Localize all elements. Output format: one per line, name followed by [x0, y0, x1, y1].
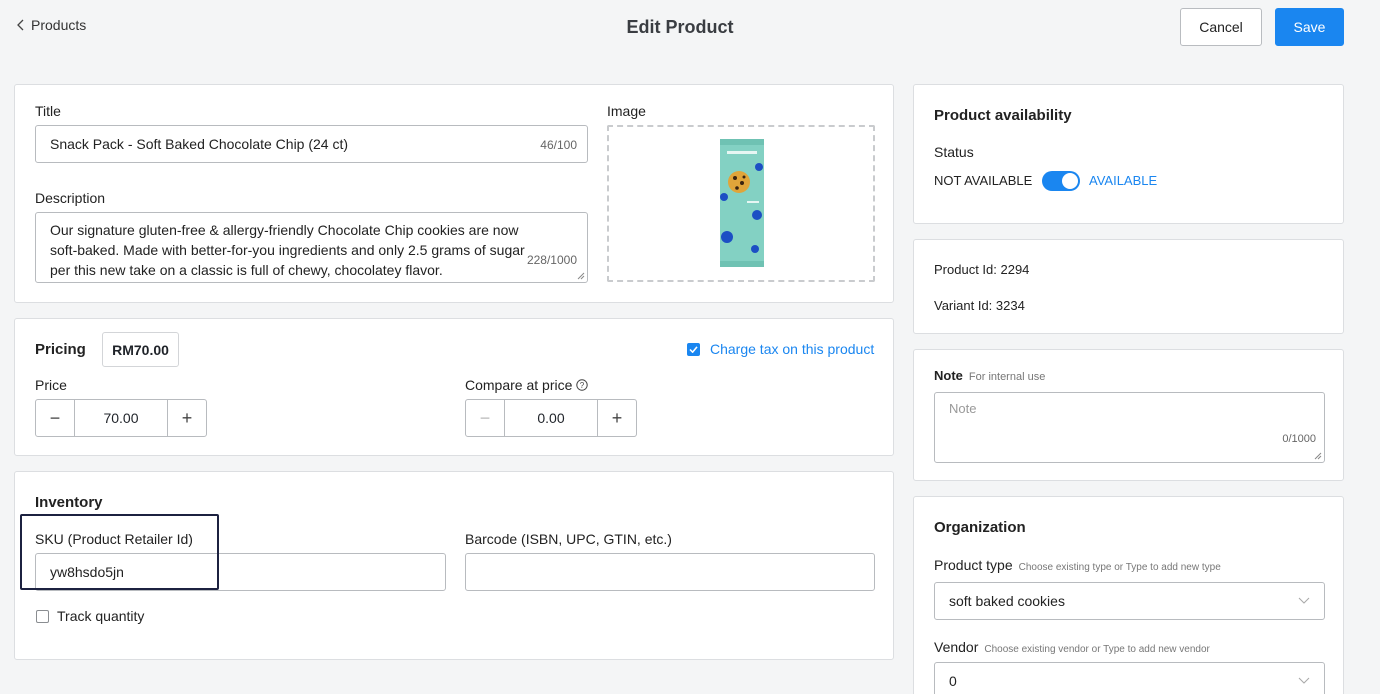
variant-id-text: Variant Id: 3234 — [934, 298, 1025, 313]
display-price-value: RM70.00 — [112, 341, 169, 358]
chevron-down-icon — [1298, 677, 1310, 684]
ids-card: Product Id: 2294 Variant Id: 3234 — [913, 239, 1344, 334]
vendor-select[interactable]: 0 — [934, 662, 1325, 694]
resize-handle-icon[interactable] — [577, 272, 585, 280]
sku-label: SKU (Product Retailer Id) — [35, 531, 193, 547]
sku-input[interactable]: yw8hsdo5jn — [35, 553, 446, 591]
description-value: Our signature gluten-free & allergy-frie… — [50, 222, 525, 278]
toggle-knob — [1062, 173, 1078, 189]
charge-tax-checkbox[interactable] — [687, 343, 700, 356]
chevron-down-icon — [1298, 597, 1310, 604]
product-type-select[interactable]: soft baked cookies — [934, 582, 1325, 620]
minus-icon: − — [49, 407, 61, 428]
organization-heading: Organization — [934, 519, 1026, 536]
display-price-badge: RM70.00 — [102, 332, 179, 367]
compare-increment-button[interactable]: + — [598, 400, 636, 436]
product-type-label: Product type — [934, 557, 1013, 573]
resize-handle-icon[interactable] — [1314, 452, 1322, 460]
page-title: Edit Product — [626, 17, 734, 37]
help-circle-icon[interactable]: ? — [576, 379, 589, 391]
availability-heading: Product availability — [934, 107, 1072, 124]
note-placeholder: Note — [949, 401, 977, 416]
product-type-value: soft baked cookies — [949, 593, 1065, 609]
inventory-card: Inventory SKU (Product Retailer Id) yw8h… — [14, 471, 894, 660]
compare-at-price-input[interactable]: 0.00 — [504, 400, 598, 436]
description-textarea[interactable]: Our signature gluten-free & allergy-frie… — [35, 212, 588, 283]
price-label: Price — [35, 377, 67, 393]
charge-tax-label[interactable]: Charge tax on this product — [710, 341, 874, 357]
price-stepper: − 70.00 + — [35, 399, 207, 437]
note-textarea[interactable]: Note 0/1000 — [934, 392, 1325, 463]
vendor-hint: Choose existing vendor or Type to add ne… — [984, 644, 1210, 655]
product-image — [720, 139, 764, 267]
not-available-label: NOT AVAILABLE — [934, 173, 1033, 188]
compare-at-price-stepper: − 0.00 + — [465, 399, 637, 437]
compare-at-price-label: Compare at price ? — [465, 377, 589, 393]
plus-icon: + — [611, 407, 623, 428]
compare-at-price-text: Compare at price — [465, 377, 573, 393]
pricing-card: Pricing RM70.00 Charge tax on this produ… — [14, 318, 894, 456]
barcode-label: Barcode (ISBN, UPC, GTIN, etc.) — [465, 531, 672, 547]
sku-value: yw8hsdo5jn — [50, 564, 124, 580]
track-quantity-label[interactable]: Track quantity — [57, 608, 144, 624]
cancel-button[interactable]: Cancel — [1180, 8, 1262, 46]
plus-icon: + — [181, 407, 193, 428]
available-label: AVAILABLE — [1089, 173, 1158, 188]
product-type-label-row: Product type Choose existing type or Typ… — [934, 557, 1221, 573]
description-label: Description — [35, 190, 106, 206]
availability-toggle[interactable] — [1042, 171, 1080, 191]
price-increment-button[interactable]: + — [168, 400, 206, 436]
description-counter: 228/1000 — [526, 253, 577, 267]
note-counter: 0/1000 — [1282, 433, 1316, 445]
vendor-label: Vendor — [934, 639, 979, 655]
title-value: Snack Pack - Soft Baked Chocolate Chip (… — [50, 136, 349, 152]
title-input[interactable]: Snack Pack - Soft Baked Chocolate Chip (… — [35, 125, 588, 163]
note-label: Note — [934, 368, 963, 383]
note-label-row: Note For internal use — [934, 368, 1045, 383]
vendor-value: 0 — [949, 673, 957, 689]
availability-card: Product availability Status NOT AVAILABL… — [913, 84, 1344, 224]
note-hint: For internal use — [968, 371, 1046, 383]
product-id-text: Product Id: 2294 — [934, 262, 1030, 277]
note-card: Note For internal use Note 0/1000 — [913, 349, 1344, 481]
product-type-hint: Choose existing type or Type to add new … — [1018, 562, 1221, 573]
save-button[interactable]: Save — [1275, 8, 1344, 46]
organization-card: Organization Product type Choose existin… — [913, 496, 1344, 694]
product-details-card: Title Snack Pack - Soft Baked Chocolate … — [14, 84, 894, 303]
pricing-label: Pricing — [35, 341, 86, 358]
title-label: Title — [35, 103, 61, 119]
price-input[interactable]: 70.00 — [74, 400, 168, 436]
image-label: Image — [607, 103, 646, 119]
barcode-input[interactable] — [465, 553, 875, 591]
compare-decrement-button[interactable]: − — [466, 400, 504, 436]
title-counter: 46/100 — [540, 138, 577, 152]
inventory-label: Inventory — [35, 494, 103, 511]
minus-icon: − — [479, 407, 491, 428]
track-quantity-checkbox[interactable] — [36, 610, 49, 623]
vendor-label-row: Vendor Choose existing vendor or Type to… — [934, 639, 1210, 655]
top-bar: Products Edit Product Cancel Save — [0, 0, 1380, 60]
svg-text:?: ? — [580, 381, 585, 390]
price-decrement-button[interactable]: − — [36, 400, 74, 436]
status-label: Status — [934, 144, 974, 160]
image-dropzone[interactable] — [607, 125, 875, 282]
checkmark-icon — [689, 346, 698, 353]
